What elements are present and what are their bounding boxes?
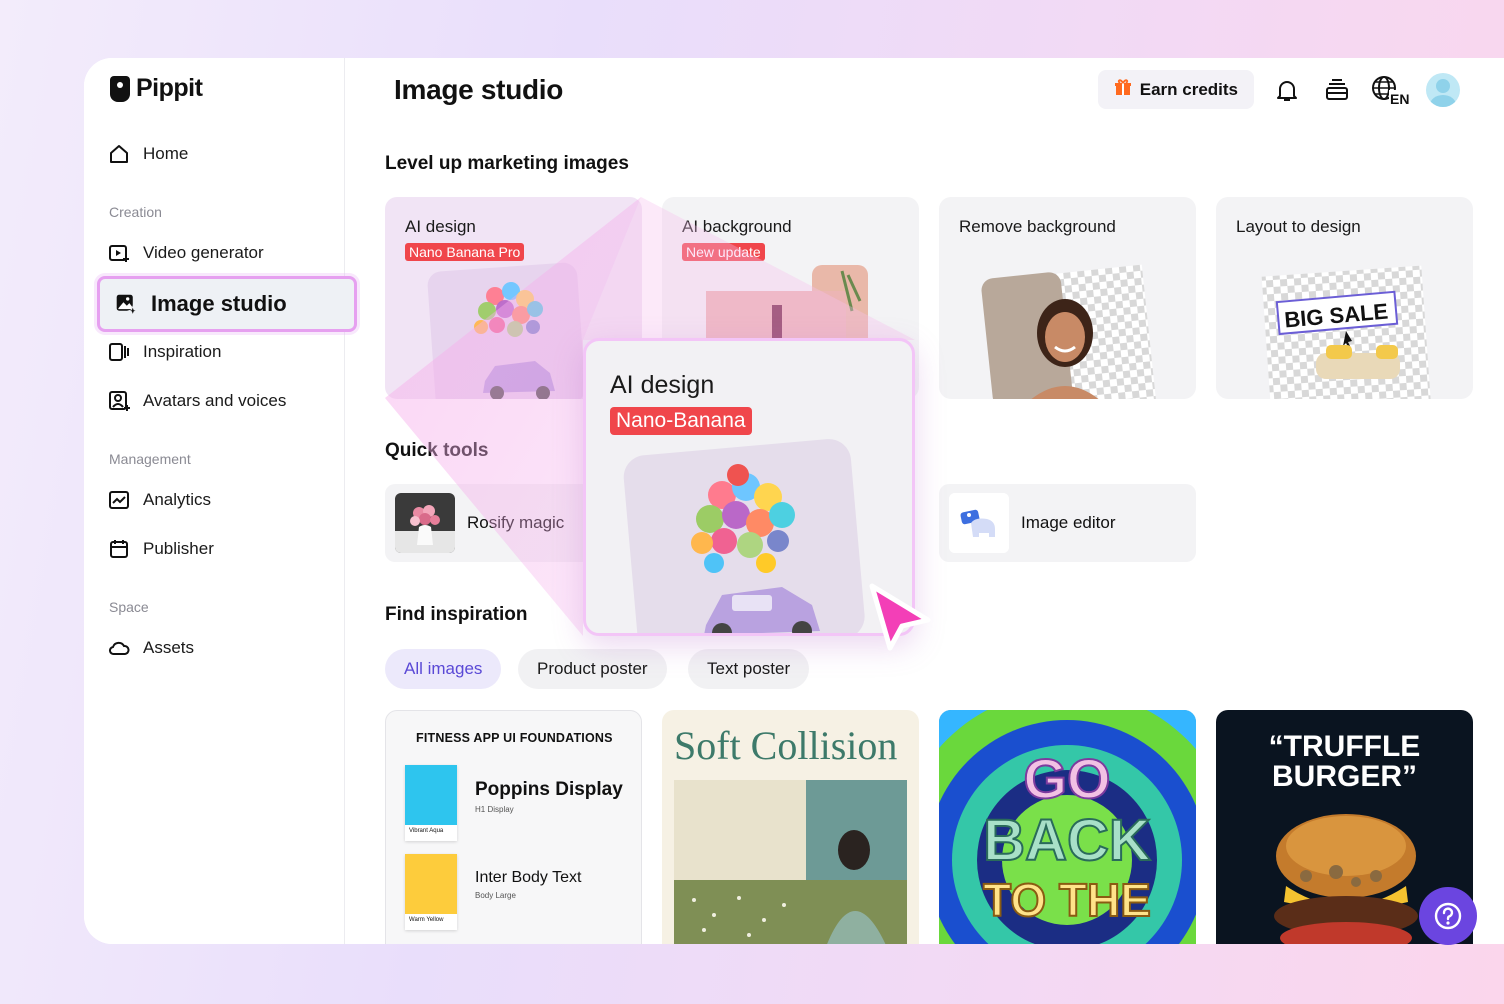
sidebar-item-assets[interactable]: Assets [108, 637, 194, 659]
notifications-bell-icon[interactable] [1270, 73, 1304, 107]
section-management: Management [109, 451, 191, 467]
tool-label: Image editor [1021, 513, 1116, 532]
badge-nano-banana-pro: Nano Banana Pro [405, 243, 525, 261]
gift-icon [1114, 78, 1132, 101]
sidebar-item-analytics[interactable]: Analytics [108, 489, 211, 511]
analytics-icon [108, 489, 130, 511]
meadow-portrait-image [674, 780, 907, 944]
sidebar-item-image-studio[interactable]: Image studio [97, 276, 357, 332]
filter-chip-text-poster[interactable]: Text poster [688, 649, 810, 689]
image-editor-thumbnail [949, 493, 1009, 553]
section-title-quick-tools: Quick tools [385, 440, 489, 461]
sidebar-item-label: Home [143, 144, 189, 163]
logo[interactable]: Pippit [110, 74, 203, 103]
rosify-thumbnail [395, 493, 455, 553]
badge-new-update: New update [682, 243, 765, 261]
sidebar-item-home[interactable]: Home [108, 143, 188, 165]
home-icon [108, 143, 130, 165]
tool-label: Rosify magic [467, 513, 565, 532]
svg-text:EN: EN [1390, 91, 1409, 106]
cloud-icon [108, 637, 130, 659]
balloon-car-image [427, 262, 586, 399]
user-avatar[interactable] [1426, 72, 1460, 107]
filter-chip-all-images[interactable]: All images [385, 649, 502, 689]
sidebar-item-label: Image studio [151, 291, 287, 316]
sidebar-item-label: Assets [143, 638, 195, 657]
balloon-car-large-image [623, 439, 865, 633]
question-icon [1434, 902, 1462, 930]
portrait-cutout-image [981, 264, 1156, 399]
section-title-inspiration: Find inspiration [385, 604, 528, 625]
sidebar-item-publisher[interactable]: Publisher [108, 538, 214, 560]
main-content: Image studio Earn credits EN Level up ma… [346, 58, 1504, 944]
svg-text:TO THE: TO THE [983, 874, 1151, 926]
language-globe-icon[interactable]: EN [1370, 73, 1410, 107]
calendar-icon [108, 538, 130, 560]
inspiration-card-fitness[interactable]: FITNESS APP UI FOUNDATIONS Vibrant Aqua … [385, 710, 642, 944]
svg-text:BACK: BACK [983, 808, 1151, 873]
help-button[interactable] [1419, 887, 1477, 945]
sidebar: Pippit Home Creation Video generator Ima… [84, 58, 357, 944]
wallet-stack-icon[interactable] [1320, 73, 1354, 107]
badge-nano-banana: Nano-Banana [610, 407, 752, 435]
logo-icon [110, 75, 130, 102]
section-space: Space [109, 599, 149, 615]
inspiration-card-soft-collision[interactable]: Soft Collision [662, 710, 919, 944]
sidebar-item-inspiration[interactable]: Inspiration [108, 341, 221, 363]
sidebar-item-avatars[interactable]: Avatars and voices [108, 390, 286, 412]
cursor-pointer-icon [869, 583, 931, 651]
video-icon [108, 242, 130, 264]
psychedelic-poster-image: GO BACK TO THE [939, 710, 1196, 944]
card-layout-to-design[interactable]: Layout to design BIG SALE [1216, 197, 1473, 399]
sidebar-item-label: Inspiration [143, 342, 222, 361]
svg-text:GO: GO [1023, 747, 1110, 810]
section-creation: Creation [109, 204, 162, 220]
card-remove-background[interactable]: Remove background [939, 197, 1196, 399]
top-actions: Earn credits EN [1097, 70, 1460, 109]
big-sale-layout-image: BIG SALE [1261, 265, 1431, 399]
page-title: Image studio [394, 74, 564, 105]
sidebar-item-label: Analytics [143, 490, 212, 509]
sidebar-item-label: Avatars and voices [143, 391, 287, 410]
tool-image-editor[interactable]: Image editor [939, 484, 1196, 562]
filter-chip-product-poster[interactable]: Product poster [518, 649, 667, 689]
inspiration-icon [108, 341, 130, 363]
burger-image [1274, 814, 1418, 944]
sidebar-item-video-generator[interactable]: Video generator [108, 242, 264, 264]
image-sparkle-icon [115, 293, 137, 317]
section-title-marketing: Level up marketing images [385, 153, 629, 174]
swatch-card-aqua: Vibrant Aqua [405, 765, 457, 841]
inspiration-card-go-back[interactable]: GO BACK TO THE [939, 710, 1196, 944]
sidebar-item-label: Video generator [143, 243, 264, 262]
sidebar-item-label: Publisher [143, 539, 214, 558]
earn-credits-button[interactable]: Earn credits [1097, 70, 1254, 109]
swatch-card-yellow: Warm Yellow [405, 854, 457, 930]
avatar-icon [108, 390, 130, 412]
